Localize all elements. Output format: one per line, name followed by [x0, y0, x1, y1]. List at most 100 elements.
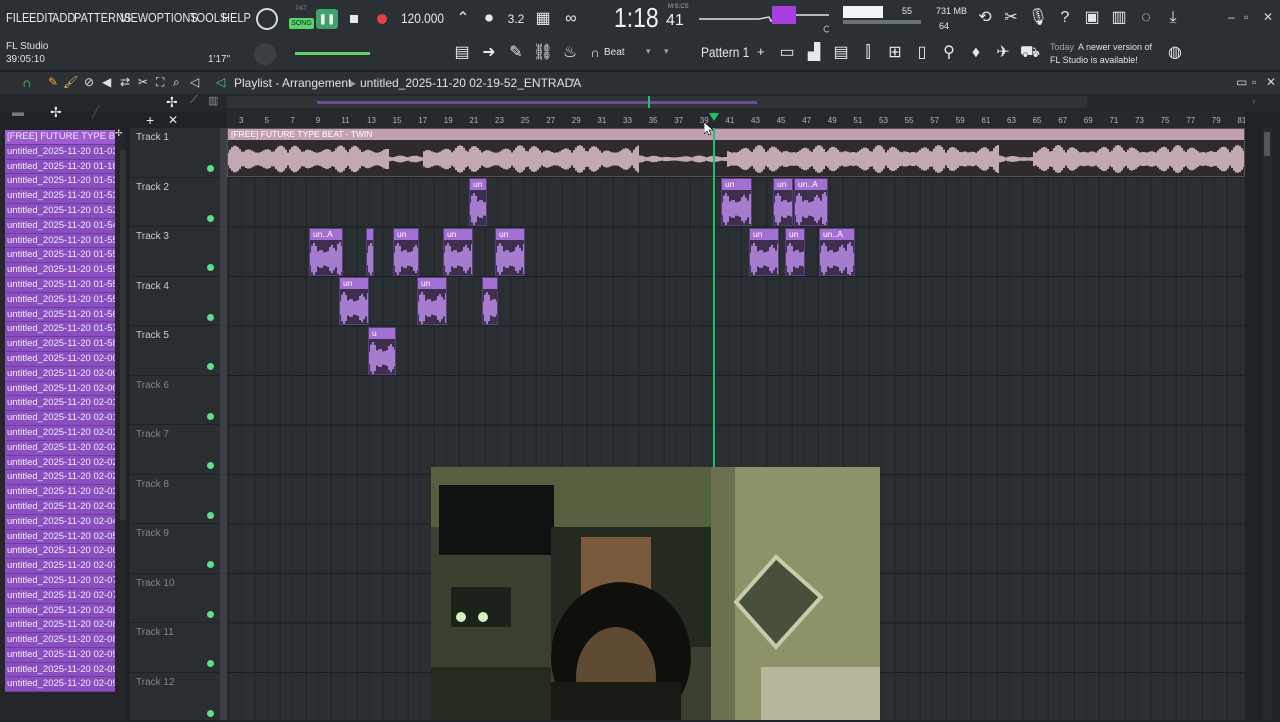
- stop-button[interactable]: [344, 9, 364, 29]
- browser-item[interactable]: untitled_2025-11-20 02-07...: [5, 574, 115, 589]
- browser-item[interactable]: untitled_2025-11-20 02-02...: [5, 456, 115, 471]
- audio-clip[interactable]: un..A: [794, 178, 828, 226]
- browser-item[interactable]: untitled_2025-11-20 02-00...: [5, 352, 115, 367]
- audio-clip-beat[interactable]: [FREE] FUTURE TYPE BEAT - TWIN: [227, 128, 1245, 177]
- audio-clip[interactable]: un: [749, 228, 779, 276]
- browser-scrollbar[interactable]: [120, 150, 126, 520]
- arrangement-overview[interactable]: [227, 96, 1087, 108]
- audio-clip[interactable]: un: [393, 228, 419, 276]
- maximize-icon[interactable]: ▫: [1244, 10, 1248, 24]
- browser-item[interactable]: untitled_2025-11-20 01-55...: [5, 278, 115, 293]
- select-tool-icon[interactable]: ⛶: [156, 75, 164, 90]
- menu-add[interactable]: ADD: [52, 10, 75, 25]
- track-active-led[interactable]: [207, 165, 214, 172]
- browser-item[interactable]: untitled_2025-11-20 01-03...: [5, 145, 115, 160]
- playback-tool-icon[interactable]: ◁: [190, 75, 199, 89]
- audio-clip[interactable]: [366, 228, 374, 276]
- step-edit-icon[interactable]: ▦: [532, 8, 554, 30]
- news-line1[interactable]: A newer version of: [1078, 42, 1152, 52]
- track-header[interactable]: Track 3: [130, 227, 220, 277]
- globe-icon[interactable]: ◍: [1164, 42, 1186, 64]
- audio-clip[interactable]: un: [721, 178, 752, 226]
- pick-icon[interactable]: ♦: [965, 42, 987, 64]
- vertical-scrollbar[interactable]: [1262, 128, 1272, 720]
- track-header[interactable]: Track 2: [130, 178, 220, 228]
- mixer-icon[interactable]: ▥: [1108, 7, 1130, 29]
- browser-item[interactable]: untitled_2025-11-20 01-53...: [5, 204, 115, 219]
- track-active-led[interactable]: [207, 710, 214, 717]
- track-header[interactable]: Track 12: [130, 673, 220, 722]
- browser-item[interactable]: untitled_2025-11-20 01-18...: [5, 160, 115, 175]
- add-track-button[interactable]: +: [146, 112, 154, 128]
- audio-clip[interactable]: un: [443, 228, 473, 276]
- audio-clip[interactable]: [482, 277, 498, 325]
- track-header[interactable]: Track 4: [130, 277, 220, 327]
- record-button[interactable]: [372, 9, 392, 29]
- menu-view[interactable]: VIEW: [120, 10, 148, 25]
- minimize-icon[interactable]: –: [1228, 10, 1235, 24]
- browser-item[interactable]: untitled_2025-11-20 02-03...: [5, 485, 115, 500]
- link-icon[interactable]: ⛓: [532, 42, 554, 64]
- close-icon[interactable]: ✕: [1263, 10, 1273, 24]
- master-volume-bar[interactable]: [843, 6, 883, 18]
- track-active-led[interactable]: [207, 363, 214, 370]
- menu-edit[interactable]: EDIT: [29, 10, 54, 25]
- add-pattern-button[interactable]: +: [757, 44, 765, 59]
- browser-item[interactable]: untitled_2025-11-20 02-02...: [5, 441, 115, 456]
- split-icon[interactable]: ✢: [50, 104, 62, 121]
- stamp-icon[interactable]: ♨: [559, 42, 581, 64]
- help-icon[interactable]: ?: [1054, 7, 1076, 29]
- draw-icon[interactable]: ╱: [92, 105, 99, 119]
- audio-clip[interactable]: u: [368, 327, 396, 375]
- browser-item[interactable]: untitled_2025-11-20 02-04...: [5, 515, 115, 530]
- browser-item[interactable]: untitled_2025-11-20 02-07...: [5, 559, 115, 574]
- pattern-select[interactable]: Pattern 1: [701, 44, 749, 60]
- browser-item[interactable]: untitled_2025-11-20 02-08...: [5, 618, 115, 633]
- browser-item[interactable]: untitled_2025-11-20 02-08...: [5, 604, 115, 619]
- playlist-close-icon[interactable]: ✕: [1266, 75, 1276, 89]
- track-header[interactable]: Track 8: [130, 475, 220, 525]
- browser-item[interactable]: untitled_2025-11-20 01-55...: [5, 263, 115, 278]
- browser-item[interactable]: untitled_2025-11-20 02-06...: [5, 544, 115, 559]
- menu-help[interactable]: HELP: [222, 10, 251, 25]
- browser-item[interactable]: untitled_2025-11-20 02-09...: [5, 648, 115, 663]
- slice-tool-icon[interactable]: ✂: [138, 75, 148, 89]
- save-icon[interactable]: ▣: [1081, 7, 1103, 29]
- track-scrollbar[interactable]: [220, 128, 227, 720]
- blend-notes-icon[interactable]: ∞: [560, 8, 582, 30]
- pat-label[interactable]: PAT: [296, 6, 307, 12]
- zoom-h-icon[interactable]: ✢: [166, 94, 178, 111]
- audio-clip[interactable]: un: [495, 228, 525, 276]
- track-active-led[interactable]: [207, 611, 214, 618]
- pencil-tool-icon[interactable]: ✎: [48, 75, 58, 89]
- magnet-icon[interactable]: ∩: [22, 75, 31, 90]
- snap-select[interactable]: Beat: [604, 47, 625, 58]
- track-header[interactable]: Track 10: [130, 574, 220, 624]
- browser-item[interactable]: untitled_2025-11-20 02-02...: [5, 470, 115, 485]
- snap-small-icon[interactable]: ▥: [208, 94, 218, 107]
- browser-item[interactable]: untitled_2025-11-20 01-53...: [5, 189, 115, 204]
- browser-item[interactable]: untitled_2025-11-20 01-57...: [5, 322, 115, 337]
- file-icon[interactable]: ▯: [911, 42, 933, 64]
- browser-item[interactable]: untitled_2025-11-20 02-01...: [5, 396, 115, 411]
- audio-clip[interactable]: un: [417, 277, 447, 325]
- snap-dropdown-icon[interactable]: ▾: [646, 46, 651, 57]
- project-name[interactable]: untitled_2025-11-20 02-19-52_ENTRADA: [360, 76, 581, 90]
- browser-item[interactable]: untitled_2025-11-20 01-55...: [5, 248, 115, 263]
- audio-clip[interactable]: un: [339, 277, 369, 325]
- main-knob[interactable]: [254, 43, 276, 65]
- menu-file[interactable]: FILE: [6, 10, 29, 25]
- mixer-icon[interactable]: ⫿: [857, 42, 879, 64]
- track-active-led[interactable]: [207, 462, 214, 469]
- link-small-icon[interactable]: ⟋: [190, 94, 198, 107]
- metronome-icon[interactable]: ⌃: [452, 8, 474, 30]
- zoom-tool-icon[interactable]: ⌕: [173, 75, 180, 90]
- piano-icon[interactable]: ▤: [451, 42, 473, 64]
- magnet-icon[interactable]: ∩: [584, 42, 606, 64]
- tempo-display[interactable]: 120.000: [401, 10, 444, 26]
- audio-clip[interactable]: un: [785, 228, 805, 276]
- browser-item[interactable]: untitled_2025-11-20 02-08...: [5, 633, 115, 648]
- browser-item[interactable]: untitled_2025-11-20 01-54...: [5, 219, 115, 234]
- browser-item-beat[interactable]: [FREE] FUTURE TYPE BE...: [5, 130, 115, 145]
- playlist-minimize-icon[interactable]: ▭: [1236, 75, 1247, 89]
